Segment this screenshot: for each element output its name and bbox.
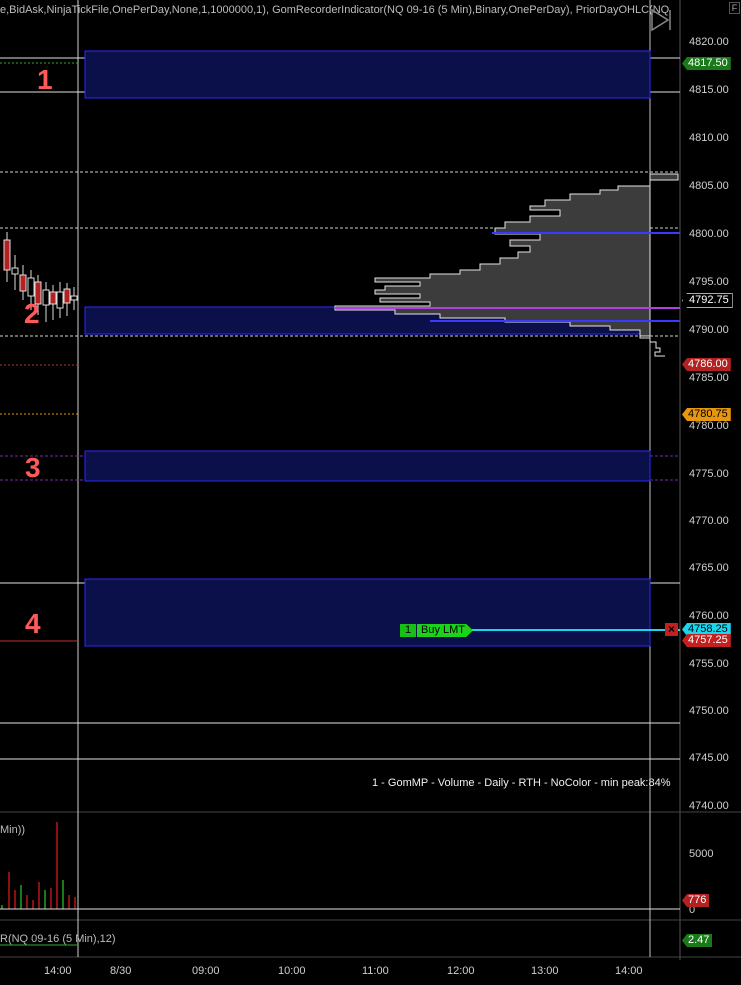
indicator-panel-label: R(NQ 09-16 (5 Min),12): [0, 933, 116, 945]
price-axis-tick: 4815.00: [689, 84, 729, 96]
time-axis-tick: 13:00: [531, 965, 559, 977]
time-axis-tick: 09:00: [192, 965, 220, 977]
chart-scroll-end-icon: [651, 8, 671, 32]
price-axis-tick: 4810.00: [689, 132, 729, 144]
time-axis-tick: 8/30: [110, 965, 132, 977]
price-tag: 4792.75: [682, 293, 733, 308]
price-axis-tick: 4760.00: [689, 610, 729, 622]
price-axis-tick: 4790.00: [689, 324, 729, 336]
time-axis-tick: 12:00: [447, 965, 475, 977]
price-axis-tick: 4795.00: [689, 276, 729, 288]
price-axis-tick: 4745.00: [689, 752, 729, 764]
price-axis-tick: 4755.00: [689, 658, 729, 670]
time-axis-tick: 10:00: [278, 965, 306, 977]
time-axis-tick: 14:00: [44, 965, 72, 977]
price-axis-tick: 4785.00: [689, 372, 729, 384]
price-tag: 4757.25: [682, 634, 731, 647]
volume-axis-tick-5000: 5000: [689, 848, 714, 860]
time-axis-tick: 14:00: [615, 965, 643, 977]
zone-3-rect: [84, 450, 651, 482]
zone-label-3: 3: [25, 452, 41, 483]
zone-label-4: 4: [25, 608, 41, 639]
price-axis-tick: 4800.00: [689, 228, 729, 240]
price-axis-tick: 4805.00: [689, 180, 729, 192]
price-axis-tick: 4740.00: [689, 800, 729, 812]
price-axis-tick: 4775.00: [689, 468, 729, 480]
volume-panel-label: Min)): [0, 824, 26, 836]
time-axis-tick: 11:00: [362, 965, 389, 977]
price-tag: 4786.00: [682, 358, 731, 371]
price-axis-tick: 4780.00: [689, 420, 729, 432]
price-chart-canvas[interactable]: [0, 0, 741, 985]
price-tag: 4817.50: [682, 57, 731, 70]
zone-label-2: 2: [24, 298, 40, 329]
order-type-badge[interactable]: Buy LMT: [417, 624, 473, 637]
candlestick-bars: [3, 232, 78, 322]
price-tag: 4780.75: [682, 408, 731, 421]
profile-caption: 1 - GomMP - Volume - Daily - RTH - NoCol…: [372, 777, 671, 789]
price-axis-tick: 4750.00: [689, 705, 729, 717]
level-lines-solid: [0, 57, 680, 760]
zone-label-1: 1: [37, 64, 53, 95]
price-axis-tick: 4765.00: [689, 562, 729, 574]
zone-4-rect: [84, 578, 651, 647]
indicator-value-tag: 2.47: [682, 934, 713, 947]
volume-value-tag: 776: [682, 894, 710, 907]
price-axis-tick: 4820.00: [689, 36, 729, 48]
order-quantity-badge[interactable]: 1: [400, 624, 416, 637]
zone-1-rect: [84, 50, 651, 99]
price-axis-tick: 4770.00: [689, 515, 729, 527]
cancel-order-icon[interactable]: ×: [665, 623, 678, 636]
